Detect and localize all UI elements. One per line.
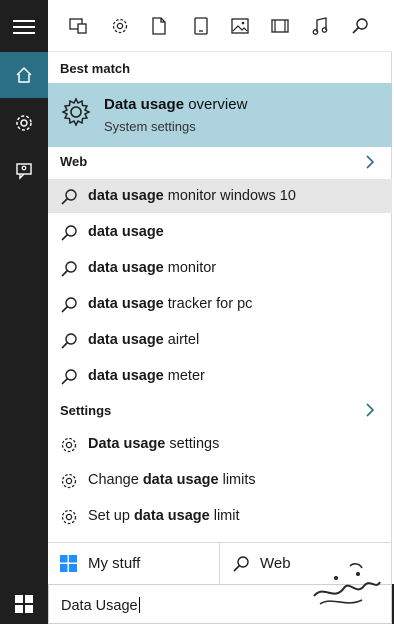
documents-filter-button[interactable] — [147, 14, 171, 38]
feedback-button[interactable] — [0, 148, 48, 194]
feedback-icon — [16, 163, 32, 180]
search-icon — [233, 556, 249, 572]
search-query: Data Usage — [61, 597, 140, 614]
web-result-item[interactable]: data usage tracker for pc — [48, 287, 392, 321]
best-match-item[interactable]: Data usage overview System settings — [48, 83, 392, 147]
settings-button[interactable] — [0, 100, 48, 146]
results-panel: Best match Data usage overview System se… — [48, 52, 392, 542]
web-filter-button[interactable] — [348, 14, 372, 38]
search-icon — [61, 297, 77, 313]
search-icon — [61, 369, 77, 385]
my-stuff-label: My stuff — [88, 555, 141, 572]
apps-filter-button[interactable] — [66, 14, 90, 38]
web-result-label: data usage monitor — [88, 260, 217, 276]
best-match-subtitle: System settings — [104, 119, 196, 134]
tablet-filter-button[interactable] — [189, 14, 213, 38]
settings-result-item[interactable]: Data usage settings — [48, 427, 392, 461]
web-result-label: data usage airtel — [88, 332, 200, 348]
my-stuff-tab[interactable]: My stuff — [48, 543, 220, 585]
left-rail — [0, 0, 48, 584]
gear-icon — [61, 473, 77, 489]
tablet-icon — [194, 17, 208, 35]
videos-filter-button[interactable] — [268, 14, 292, 38]
web-heading: Web — [60, 154, 88, 169]
start-button[interactable] — [0, 584, 48, 624]
gear-icon — [61, 509, 77, 525]
chevron-right-icon[interactable] — [366, 403, 375, 417]
music-note-icon — [312, 17, 328, 35]
gear-icon — [61, 437, 77, 453]
settings-result-item[interactable]: Set up data usage limit — [48, 499, 392, 533]
chevron-right-icon[interactable] — [366, 155, 375, 169]
text-caret — [138, 597, 140, 613]
home-button[interactable] — [0, 52, 48, 98]
photos-filter-button[interactable] — [228, 14, 252, 38]
home-icon — [16, 66, 32, 83]
best-match-title: Data usage overview — [104, 96, 248, 113]
windows-logo-icon — [15, 595, 33, 613]
web-result-item[interactable]: data usage meter — [48, 359, 392, 393]
web-result-item[interactable]: data usage monitor — [48, 251, 392, 285]
search-icon — [352, 18, 368, 34]
gear-icon — [61, 97, 91, 127]
web-result-label: data usage monitor windows 10 — [88, 188, 296, 204]
gear-icon — [112, 18, 128, 34]
web-result-item[interactable]: data usage — [48, 215, 392, 249]
watermark-logo — [313, 563, 381, 605]
web-result-item[interactable]: data usage monitor windows 10 — [48, 179, 392, 213]
settings-result-label: Data usage settings — [88, 436, 220, 452]
search-icon — [61, 189, 77, 205]
web-result-label: data usage — [88, 224, 164, 240]
hamburger-icon — [13, 20, 35, 34]
gear-icon — [16, 115, 32, 131]
apps-icon — [69, 18, 87, 34]
film-icon — [271, 19, 289, 33]
settings-result-label: Set up data usage limit — [88, 508, 240, 524]
web-result-item[interactable]: data usage airtel — [48, 323, 392, 357]
windows-logo-icon — [60, 555, 77, 572]
photo-icon — [231, 18, 249, 34]
category-toolbar — [48, 0, 392, 52]
settings-result-label: Change data usage limits — [88, 472, 256, 488]
search-icon — [61, 261, 77, 277]
web-tab-label: Web — [260, 555, 291, 572]
settings-result-item[interactable]: Change data usage limits — [48, 463, 392, 497]
settings-heading: Settings — [60, 403, 112, 418]
settings-filter-button[interactable] — [108, 14, 132, 38]
search-icon — [61, 225, 77, 241]
hamburger-menu-button[interactable] — [0, 4, 48, 50]
music-filter-button[interactable] — [308, 14, 332, 38]
web-result-label: data usage meter — [88, 368, 205, 384]
web-result-label: data usage tracker for pc — [88, 296, 253, 312]
document-icon — [152, 17, 166, 35]
search-icon — [61, 333, 77, 349]
best-match-heading: Best match — [60, 61, 131, 76]
